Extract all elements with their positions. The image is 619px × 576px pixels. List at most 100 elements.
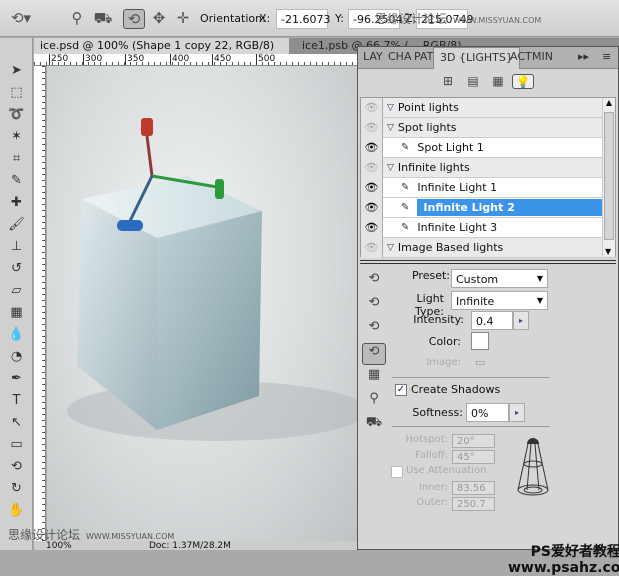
- visibility-eye-icon[interactable]: 👁: [361, 237, 383, 258]
- history-brush-icon[interactable]: ↺: [0, 258, 33, 280]
- marquee-tool-icon[interactable]: ⬚: [0, 82, 33, 104]
- visibility-eye-icon[interactable]: 👁: [361, 197, 383, 218]
- magic-wand-tool-icon[interactable]: ✶: [0, 126, 33, 148]
- tab-layers[interactable]: LAY: [363, 50, 383, 63]
- dodge-tool-icon[interactable]: ◔: [0, 346, 33, 368]
- crop-tool-icon[interactable]: ⌗: [0, 148, 33, 170]
- x-field[interactable]: -21.6073: [276, 9, 330, 29]
- camera-icon[interactable]: ⛟: [92, 9, 114, 29]
- light-type-dropdown[interactable]: Infinite: [451, 291, 548, 310]
- scene-filter-icon[interactable]: ⊞: [440, 74, 456, 89]
- separator: [392, 377, 550, 378]
- light-group-row[interactable]: 👁 ▽ Point lights: [361, 97, 615, 118]
- drag-light-icon[interactable]: ✥: [148, 9, 170, 29]
- 3d-rotate-tool-icon[interactable]: ⟲: [0, 456, 33, 478]
- expand-icon[interactable]: ▸▸: [578, 50, 589, 63]
- watermark-text: PS爱好者教程网: [530, 544, 619, 560]
- tab-actions[interactable]: ACT: [510, 50, 532, 63]
- visibility-eye-icon[interactable]: 👁: [361, 177, 383, 198]
- visibility-eye-icon[interactable]: 👁: [361, 217, 383, 238]
- 3d-orbit-tool-icon[interactable]: ↻: [0, 478, 33, 500]
- move-to-camera-icon[interactable]: ⛟: [362, 415, 386, 437]
- intensity-field[interactable]: 0.4: [471, 311, 513, 330]
- scroll-down-icon[interactable]: ▼: [605, 247, 611, 256]
- light-group-row[interactable]: 👁 ▽ Spot lights: [361, 117, 615, 138]
- light-to-origin-icon[interactable]: ⚲: [362, 391, 386, 413]
- tab-channels[interactable]: CHA: [388, 50, 411, 63]
- softness-slider-button[interactable]: ▸: [509, 403, 525, 422]
- slide-light-icon[interactable]: ✛: [172, 9, 194, 29]
- use-attenuation-checkbox[interactable]: [391, 466, 403, 478]
- light-name: Spot lights: [397, 121, 457, 134]
- axis-z-handle[interactable]: [117, 220, 143, 231]
- mesh-filter-icon[interactable]: ▤: [465, 74, 481, 89]
- light-name: Point lights: [397, 101, 459, 114]
- visibility-eye-icon[interactable]: 👁: [361, 97, 383, 118]
- gradient-tool-icon[interactable]: ▦: [0, 302, 33, 324]
- lights-filter-icon[interactable]: 💡: [512, 74, 534, 89]
- lasso-tool-icon[interactable]: ➰: [0, 104, 33, 126]
- type-tool-icon[interactable]: T: [0, 390, 33, 412]
- healing-brush-icon[interactable]: ✚: [0, 192, 33, 214]
- return-to-initial-icon[interactable]: ⚲: [66, 9, 88, 29]
- expand-triangle-icon[interactable]: ▽: [387, 123, 394, 133]
- tab-3d-lights[interactable]: 3D {LIGHTS}: [433, 47, 520, 69]
- tools-panel: ➤ ⬚ ➰ ✶ ⌗ ✎ ✚ 🖌 ⊥ ↺ ▱ ▦ 💧 ◔ ✒ T ↖ ▭ ⟲ ↻ …: [0, 38, 33, 550]
- hotspot-field[interactable]: 20°: [452, 434, 495, 448]
- eyedropper-tool-icon[interactable]: ✎: [0, 170, 33, 192]
- 3d-lights-panel: LAY CHA PAT 3D {LIGHTS} ACT MIN ▸▸ ≡ ⊞ ▤…: [357, 46, 619, 576]
- scroll-thumb[interactable]: [604, 112, 614, 240]
- new-point-light-icon[interactable]: ⟲: [362, 271, 386, 293]
- new-spot-light-icon[interactable]: ⟲: [362, 295, 386, 317]
- path-selection-icon[interactable]: ↖: [0, 412, 33, 434]
- list-scrollbar[interactable]: ▲ ▼: [602, 98, 615, 256]
- visibility-eye-icon[interactable]: 👁: [361, 137, 383, 158]
- softness-field[interactable]: 0%: [466, 403, 509, 422]
- material-filter-icon[interactable]: ▦: [490, 74, 506, 89]
- light-group-row[interactable]: 👁 ▽ Infinite lights: [361, 157, 615, 178]
- brush-tool-icon[interactable]: 🖌: [0, 214, 33, 236]
- preset-dropdown[interactable]: Custom: [451, 269, 548, 288]
- inner-field[interactable]: 83.56: [452, 481, 495, 495]
- shape-tool-icon[interactable]: ▭: [0, 434, 33, 456]
- create-shadows-checkbox[interactable]: ✓: [395, 384, 407, 396]
- zoom-level[interactable]: 100%: [46, 541, 72, 550]
- material-icon[interactable]: ▦: [362, 367, 386, 389]
- falloff-field[interactable]: 45°: [452, 450, 495, 464]
- ruler-tick: 250: [49, 54, 69, 65]
- tab-paths[interactable]: PAT: [414, 50, 433, 63]
- visibility-eye-icon[interactable]: 👁: [361, 117, 383, 138]
- color-swatch[interactable]: [471, 332, 489, 350]
- rotate-light-icon[interactable]: ⟲: [123, 9, 145, 29]
- hand-tool-icon[interactable]: ✋: [0, 500, 33, 522]
- light-group-row[interactable]: 👁 ▽ Image Based lights: [361, 237, 615, 258]
- panel-menu-icon[interactable]: ≡: [602, 50, 611, 63]
- visibility-eye-icon[interactable]: 👁: [361, 157, 383, 178]
- new-image-light-icon[interactable]: ⟲: [362, 319, 386, 341]
- tab-mini-bridge[interactable]: MIN: [532, 50, 553, 63]
- expand-triangle-icon[interactable]: ▽: [387, 163, 394, 173]
- stamp-tool-icon[interactable]: ⊥: [0, 236, 33, 258]
- tab-ice-psd[interactable]: ice.psd @ 100% (Shape 1 copy 22, RGB/8) …: [34, 38, 289, 65]
- blur-tool-icon[interactable]: 💧: [0, 324, 33, 346]
- eraser-tool-icon[interactable]: ▱: [0, 280, 33, 302]
- axis-x-handle[interactable]: [215, 179, 224, 199]
- new-infinite-light-icon[interactable]: ⟲: [362, 343, 386, 365]
- light-row[interactable]: 👁 ✎ Infinite Light 1: [361, 177, 615, 198]
- outer-field[interactable]: 250.7: [452, 497, 495, 511]
- light-row[interactable]: 👁 ✎ Infinite Light 3: [361, 217, 615, 238]
- hotspot-value: 20°: [457, 436, 475, 447]
- light-row[interactable]: 👁 ✎ Infinite Light 2: [361, 197, 615, 218]
- pen-tool-icon[interactable]: ✒: [0, 368, 33, 390]
- scroll-up-icon[interactable]: ▲: [606, 98, 612, 107]
- light-row[interactable]: 👁 ✎ Spot Light 1: [361, 137, 615, 158]
- intensity-slider-button[interactable]: ▸: [513, 311, 529, 330]
- 3d-light-rotate-tool-icon[interactable]: ⟲▾: [10, 9, 32, 29]
- move-tool-icon[interactable]: ➤: [0, 60, 33, 82]
- axis-y-handle[interactable]: [141, 118, 153, 136]
- expand-triangle-icon[interactable]: ▽: [387, 243, 394, 253]
- filter-bar: ⊞ ▤ ▦ 💡: [358, 69, 618, 95]
- canvas[interactable]: [47, 66, 367, 543]
- expand-triangle-icon[interactable]: ▽: [387, 103, 394, 113]
- panel-splitter[interactable]: [360, 260, 616, 264]
